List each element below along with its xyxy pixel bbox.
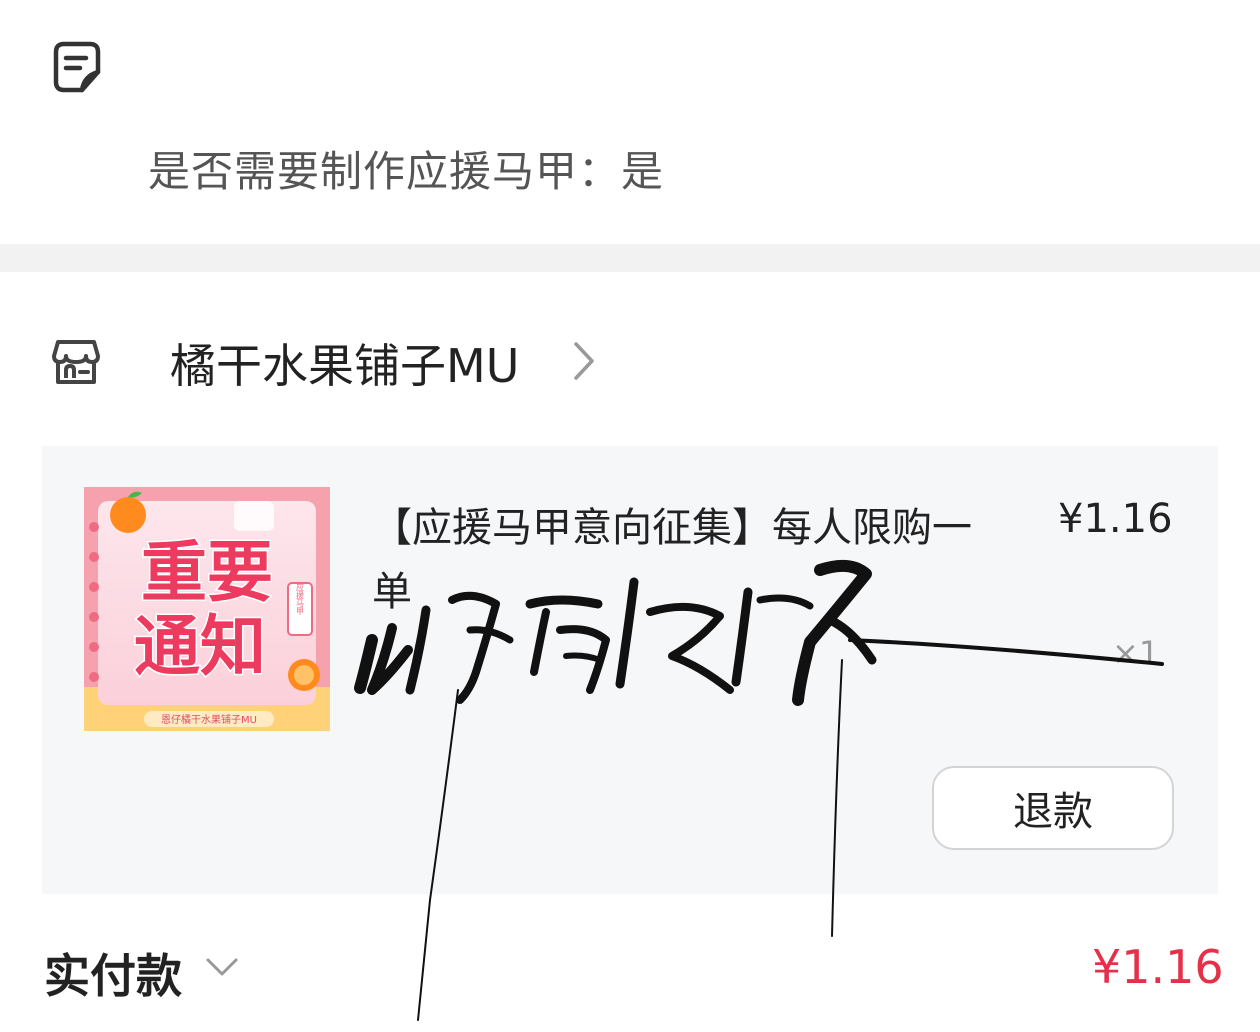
remark-text: 是否需要制作应援马甲：是 <box>148 147 665 196</box>
refund-button[interactable]: 退款 <box>932 766 1174 850</box>
store-icon <box>52 340 100 384</box>
remark-note-icon <box>53 41 101 93</box>
section-divider <box>0 244 1260 272</box>
paid-amount-value: ¥1.16 <box>1092 940 1224 994</box>
thumbnail-headline-2: 通知 <box>134 608 266 685</box>
product-thumbnail[interactable]: 重要 通知 应援马甲 恩仔橘干水果铺子MU <box>84 487 330 731</box>
product-quantity: ×1 <box>1112 634 1160 672</box>
thumbnail-headline-1: 重要 <box>141 534 273 611</box>
chevron-down-icon[interactable] <box>204 954 240 980</box>
product-title[interactable]: 【应援马甲意向征集】每人限购一单 <box>372 496 982 624</box>
store-name[interactable]: 橘干水果铺子MU <box>170 330 519 396</box>
chevron-right-icon[interactable] <box>570 338 598 384</box>
product-price: ¥1.16 <box>1058 496 1173 542</box>
thumbnail-footer: 恩仔橘干水果铺子MU <box>161 713 257 726</box>
thumbnail-tag: 应援马甲 <box>296 582 305 616</box>
paid-amount-label[interactable]: 实付款 <box>44 940 182 1006</box>
